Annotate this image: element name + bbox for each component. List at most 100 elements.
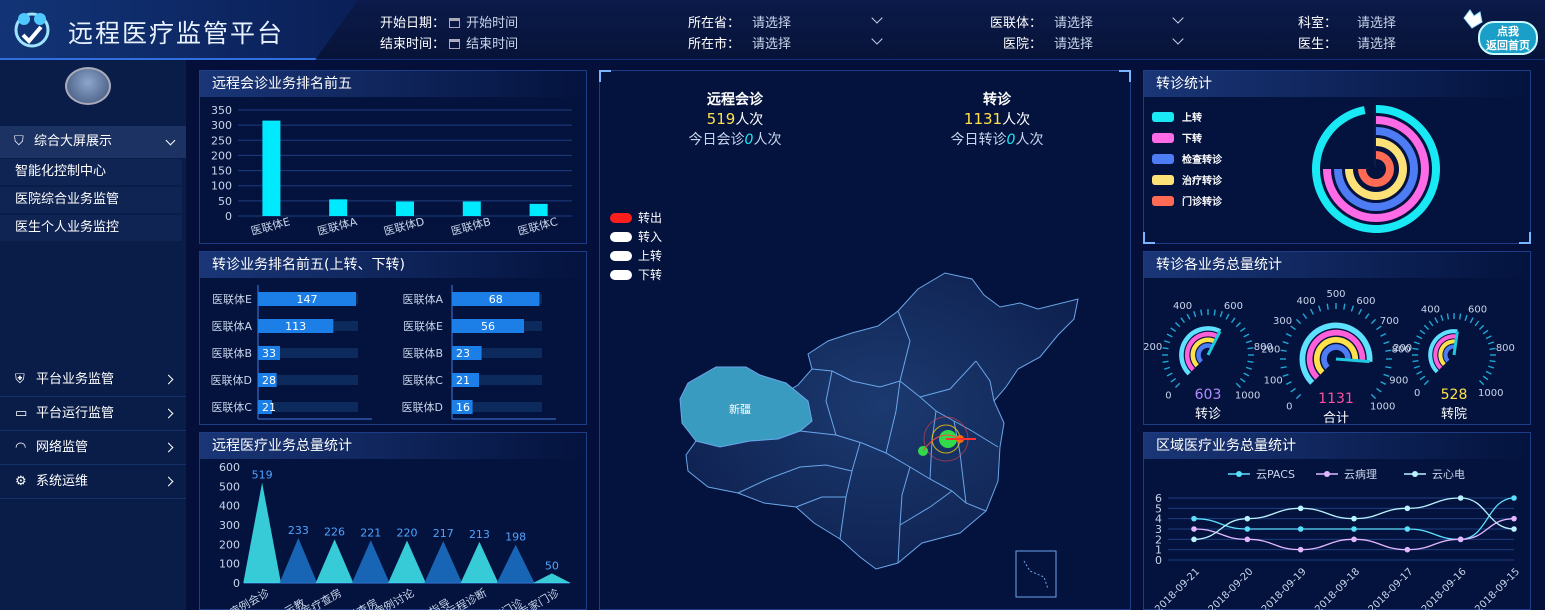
gauge-tick — [1170, 327, 1177, 333]
hospital-select[interactable]: 医院： 请选择 — [1003, 33, 1093, 52]
gauge-tick — [1478, 324, 1485, 331]
gauge-tick-label: 0 — [1165, 391, 1171, 402]
panel-title: 转诊业务排名前五(上转、下转) — [200, 252, 586, 278]
gauge-tick-label: 200 — [1144, 342, 1162, 353]
y-tick-label: 350 — [211, 104, 232, 117]
city-select[interactable]: 所在市： 请选择 — [688, 33, 791, 52]
china-map[interactable]: 新疆 — [600, 271, 1132, 601]
chevron-down-icon[interactable] — [871, 12, 883, 24]
sidebar-group-business[interactable]: ⛨ 平台业务监管 — [0, 363, 186, 397]
data-point — [1511, 526, 1517, 532]
chevron-right-icon — [163, 442, 174, 453]
referral-top5-panel: 转诊业务排名前五(上转、下转) 医联体E 147 医联体A 113 医联体B 33 医联体D… — [199, 251, 587, 425]
bar — [424, 541, 463, 583]
sidebar-group-label: 平台运行监管 — [36, 406, 115, 421]
map-legend-item[interactable]: 转出 — [610, 209, 662, 226]
legend-label: 云病理 — [1344, 467, 1377, 481]
chevron-down-icon[interactable] — [1172, 12, 1184, 24]
legend-item[interactable]: 下转 — [1152, 130, 1202, 145]
monitor-icon: ⛉ — [14, 134, 24, 149]
gauge-tick — [1458, 313, 1462, 320]
chevron-right-icon — [163, 476, 174, 487]
gauge-arc — [1321, 344, 1351, 370]
map-legend-item[interactable]: 转入 — [610, 228, 662, 245]
sidebar-subitem[interactable]: 医生个人业务监控 — [0, 215, 182, 241]
gauge-tick — [1488, 341, 1495, 345]
data-label: 519 — [252, 469, 273, 482]
data-point — [1511, 515, 1517, 522]
province-value: 请选择 — [752, 16, 792, 31]
gauge-tick — [1282, 373, 1289, 377]
home-button[interactable]: 点我 返回首页 — [1462, 8, 1542, 56]
y-tick-label: 0 — [233, 577, 240, 590]
series-line — [1193, 518, 1515, 551]
gauge-tick — [1482, 329, 1489, 335]
y-tick-label: 6 — [1155, 492, 1162, 505]
gauge-tick — [1434, 317, 1439, 324]
gauge-tick — [1370, 318, 1377, 325]
alliance-label: 医联体： — [990, 16, 1043, 31]
province-select[interactable]: 所在省： 请选择 — [688, 12, 791, 31]
app-title: 远程医疗监管平台 — [68, 19, 285, 48]
legend-label: 下转 — [1182, 134, 1202, 145]
alliance-select[interactable]: 医联体： 请选择 — [990, 12, 1093, 31]
regional-panel: 区域医疗业务总量统计 云PACS 云病理 云心电 0 1 2 3 4 5 6 2018-09-21 2… — [1143, 432, 1531, 610]
sidebar-item-dashboard[interactable]: ⛉ 综合大屏展示 — [0, 126, 186, 158]
gauge-tick-label: 600 — [1224, 301, 1243, 312]
sidebar-group-operation[interactable]: ▭ 平台运行监管 — [0, 397, 186, 431]
sidebar-group-label: 网络监管 — [36, 440, 89, 455]
avatar[interactable] — [65, 67, 111, 105]
legend-item[interactable]: 检查转诊 — [1152, 151, 1222, 166]
y-tick-label: 医联体E — [212, 292, 252, 306]
sidebar-subitem[interactable]: 智能化控制中心 — [0, 159, 182, 185]
referral-rings-chart — [1312, 105, 1440, 233]
sidebar-group-system[interactable]: ⚙ 系统运维 — [0, 465, 186, 499]
y-tick-label: 100 — [219, 558, 240, 571]
bar — [351, 540, 390, 583]
end-date-filter[interactable]: 结束时间： 结束时间 — [380, 33, 518, 52]
map-legend-item[interactable]: 上转 — [610, 247, 662, 264]
gauge-tick — [1309, 308, 1314, 315]
data-label: 220 — [397, 526, 418, 539]
legend-label: 云心电 — [1432, 468, 1465, 481]
panel-title: 转诊各业务总量统计 — [1144, 252, 1530, 278]
start-date-filter[interactable]: 开始日期： 开始时间 — [380, 12, 518, 31]
gauge-tick — [1302, 313, 1308, 319]
gauge-tick — [1350, 305, 1354, 312]
gauge-tick — [1376, 387, 1382, 393]
start-date-input[interactable]: 开始时间 — [466, 16, 518, 31]
gauge-tick — [1235, 382, 1242, 389]
gauge-tick — [1186, 313, 1191, 320]
sidebar-group-network[interactable]: ◠ 网络监管 — [0, 431, 186, 465]
sidebar-subitem[interactable]: 医院综合业务监管 — [0, 187, 182, 213]
data-label: 113 — [285, 320, 306, 333]
gauge-tick-label: 1000 — [1478, 388, 1503, 399]
data-label: 233 — [288, 524, 309, 537]
gauge-tick — [1166, 333, 1173, 338]
data-point — [1244, 515, 1251, 522]
gauge-tick — [1239, 327, 1246, 333]
gauge-tick — [1383, 341, 1390, 345]
chevron-down-icon[interactable] — [1172, 33, 1184, 45]
gauge-tick — [1469, 317, 1474, 324]
legend-label: 转出 — [638, 211, 663, 225]
end-date-input[interactable]: 结束时间 — [466, 37, 518, 52]
y-tick-label: 医联体A — [211, 319, 252, 333]
gauge-tick-label: 700 — [1380, 316, 1399, 327]
logo-area: 远程医疗监管平台 — [0, 0, 358, 60]
chevron-down-icon[interactable] — [871, 33, 883, 45]
bar — [529, 203, 548, 216]
legend-label: 门诊转诊 — [1182, 197, 1222, 208]
doctor-select[interactable]: 医生： 请选择 — [1298, 33, 1396, 52]
data-point — [1404, 546, 1411, 553]
bar — [315, 539, 354, 583]
gauge-tick-label: 400 — [1173, 301, 1192, 312]
gauge-tick — [1247, 347, 1254, 350]
gauge-tick — [1488, 365, 1495, 369]
gauge-tick — [1326, 303, 1329, 310]
hand-pointer-icon — [1463, 9, 1483, 29]
legend-item[interactable]: 上转 — [1152, 109, 1202, 124]
dept-select[interactable]: 科室： 请选择 — [1298, 12, 1396, 31]
legend-item[interactable]: 门诊转诊 — [1152, 193, 1222, 208]
legend-item[interactable]: 治疗转诊 — [1152, 172, 1222, 187]
